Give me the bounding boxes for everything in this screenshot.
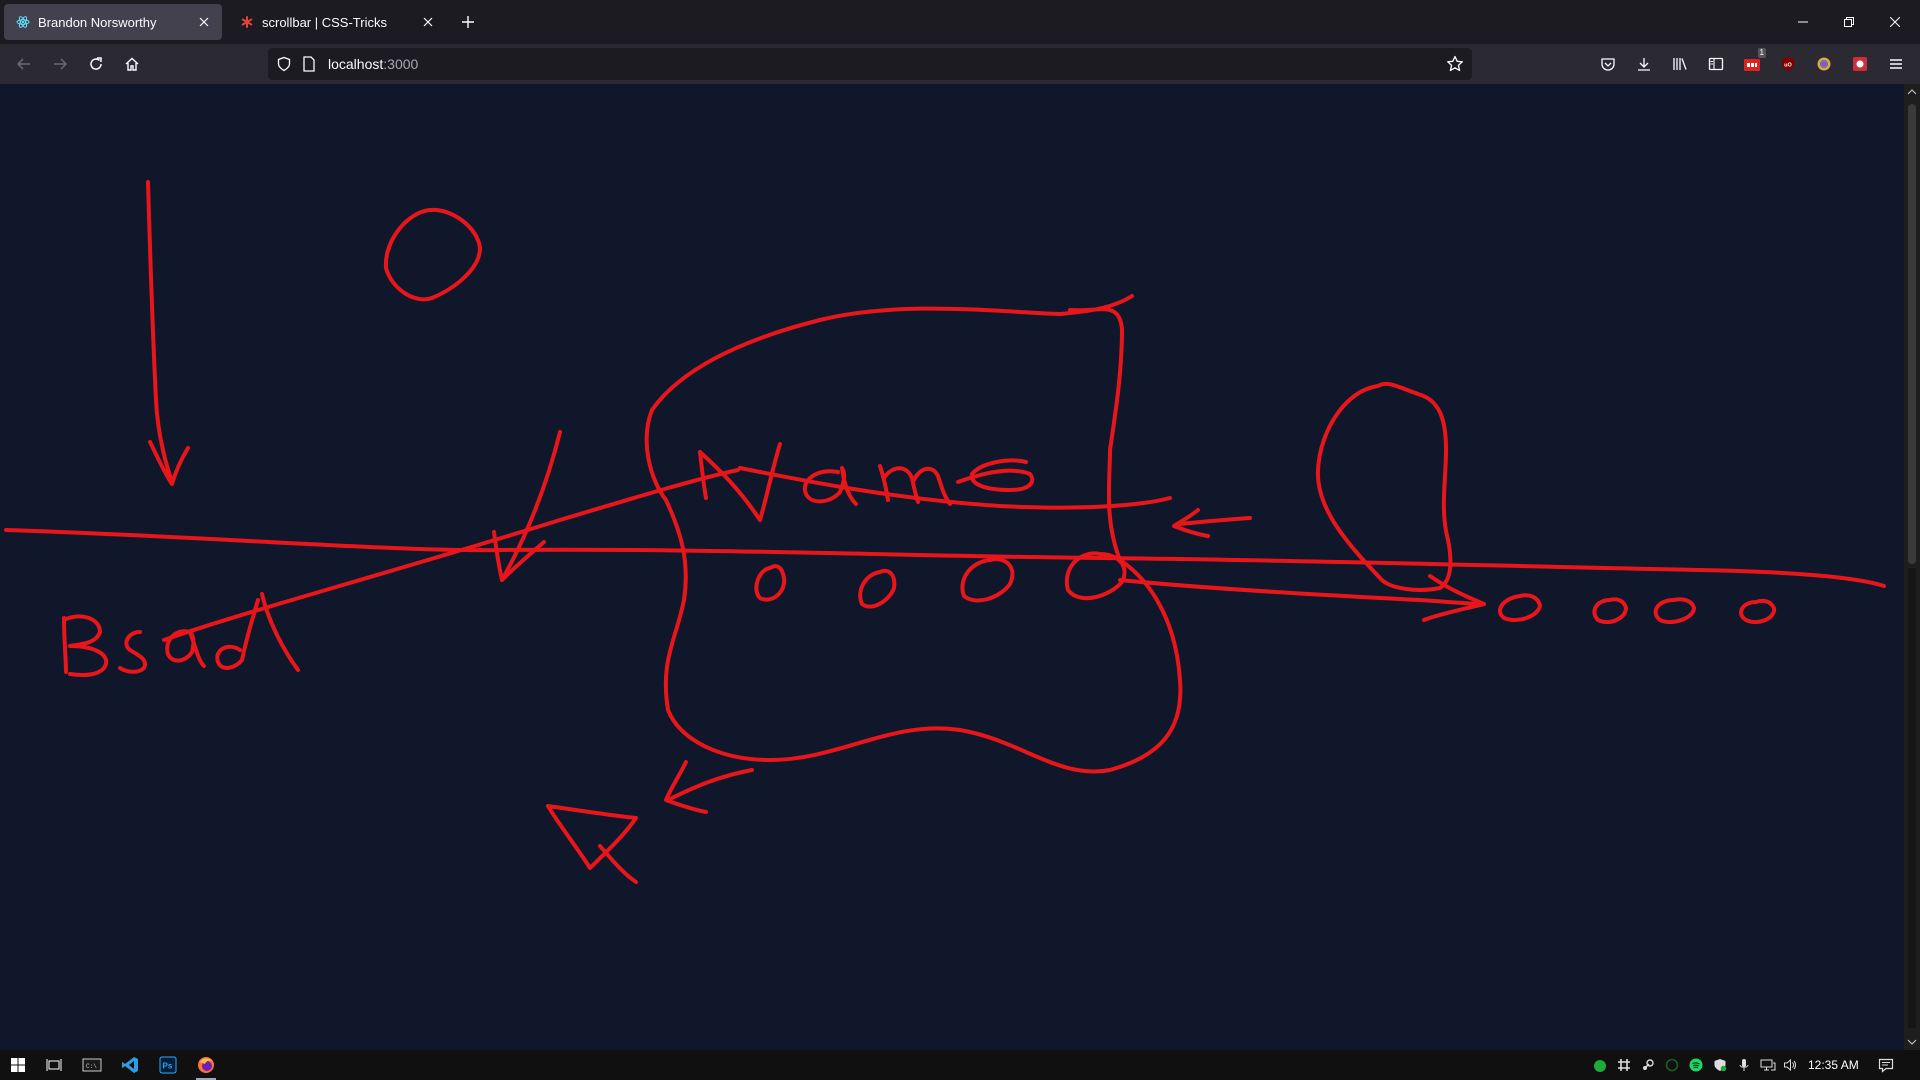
downloads-icon[interactable] [1630, 50, 1658, 78]
taskbar-clock[interactable]: 12:35 AM [1808, 1058, 1859, 1072]
defender-shield-tray-icon[interactable] [1712, 1057, 1728, 1073]
spotify-tray-icon[interactable] [1688, 1057, 1704, 1073]
css-tricks-asterisk-icon [240, 15, 254, 29]
tab-title: scrollbar | CSS-Tricks [262, 14, 387, 30]
scroll-up-arrow-icon[interactable] [1904, 84, 1920, 100]
browser-titlebar: Brandon Norsworthy scrollbar | CSS-Trick… [0, 0, 1920, 44]
volume-tray-icon[interactable] [1782, 1057, 1798, 1073]
bookmark-star-icon[interactable] [1446, 55, 1464, 73]
status-ring-tray-icon[interactable] [1664, 1057, 1680, 1073]
tab-brandon-norsworthy[interactable]: Brandon Norsworthy [4, 4, 222, 40]
tab-title: Brandon Norsworthy [38, 14, 157, 30]
firefox-app-icon[interactable] [188, 1050, 224, 1080]
red-extension-icon[interactable] [1846, 50, 1874, 78]
task-view-icon[interactable] [36, 1050, 72, 1080]
green-cloud-tray-icon[interactable] [1592, 1057, 1608, 1073]
url-port: :3000 [383, 56, 419, 72]
page-info-icon[interactable] [302, 56, 316, 72]
back-button[interactable] [10, 50, 38, 78]
url-bar[interactable]: localhost:3000 [268, 48, 1472, 80]
svg-text:uO: uO [1784, 63, 1792, 69]
svg-text:C:\: C:\ [86, 1063, 97, 1070]
colorful-extension-icon[interactable] [1810, 50, 1838, 78]
sidebar-icon[interactable] [1702, 50, 1730, 78]
network-tray-icon[interactable] [1760, 1057, 1776, 1073]
navigation-toolbar: localhost:3000 1 uO [0, 44, 1920, 84]
close-window-button[interactable] [1872, 0, 1918, 44]
windows-taskbar: C:\ Ps 12:35 AM [0, 1050, 1920, 1080]
photoshop-app-icon[interactable]: Ps [150, 1050, 186, 1080]
windows-start-icon[interactable] [0, 1050, 36, 1080]
scroll-down-arrow-icon[interactable] [1904, 1034, 1920, 1050]
svg-text:Ps: Ps [163, 1062, 173, 1071]
slack-tray-icon[interactable] [1616, 1057, 1632, 1073]
microphone-tray-icon[interactable] [1736, 1057, 1752, 1073]
home-button[interactable] [118, 50, 146, 78]
hamburger-menu-icon[interactable] [1882, 50, 1910, 78]
url-host: localhost [328, 56, 384, 72]
close-tab-icon[interactable] [420, 14, 436, 30]
close-tab-icon[interactable] [196, 14, 212, 30]
restore-button[interactable] [1826, 0, 1872, 44]
reload-button[interactable] [82, 50, 110, 78]
minimize-button[interactable] [1780, 0, 1826, 44]
ublock-origin-icon[interactable]: uO [1774, 50, 1802, 78]
tracking-protection-shield-icon[interactable] [276, 56, 292, 72]
vscode-app-icon[interactable] [112, 1050, 148, 1080]
terminal-app-icon[interactable]: C:\ [74, 1050, 110, 1080]
tab-scrollbar-css-tricks[interactable]: scrollbar | CSS-Tricks [228, 4, 446, 40]
drawing-canvas[interactable] [0, 84, 1904, 1050]
scroll-track[interactable] [1908, 568, 1916, 1028]
scroll-thumb[interactable] [1908, 104, 1916, 564]
extension-badge: 1 [1757, 48, 1766, 58]
new-tab-button[interactable] [454, 10, 482, 34]
action-center-icon[interactable] [1876, 1055, 1896, 1075]
forward-button[interactable] [46, 50, 74, 78]
steam-tray-icon[interactable] [1640, 1057, 1656, 1073]
react-icon [16, 15, 30, 29]
freehand-drawing [4, 180, 1886, 884]
url-text: localhost:3000 [328, 56, 418, 72]
vertical-scrollbar[interactable] [1904, 84, 1920, 1050]
library-icon[interactable] [1666, 50, 1694, 78]
extension-counter-icon[interactable]: 1 [1738, 48, 1766, 78]
pocket-icon[interactable] [1594, 50, 1622, 78]
